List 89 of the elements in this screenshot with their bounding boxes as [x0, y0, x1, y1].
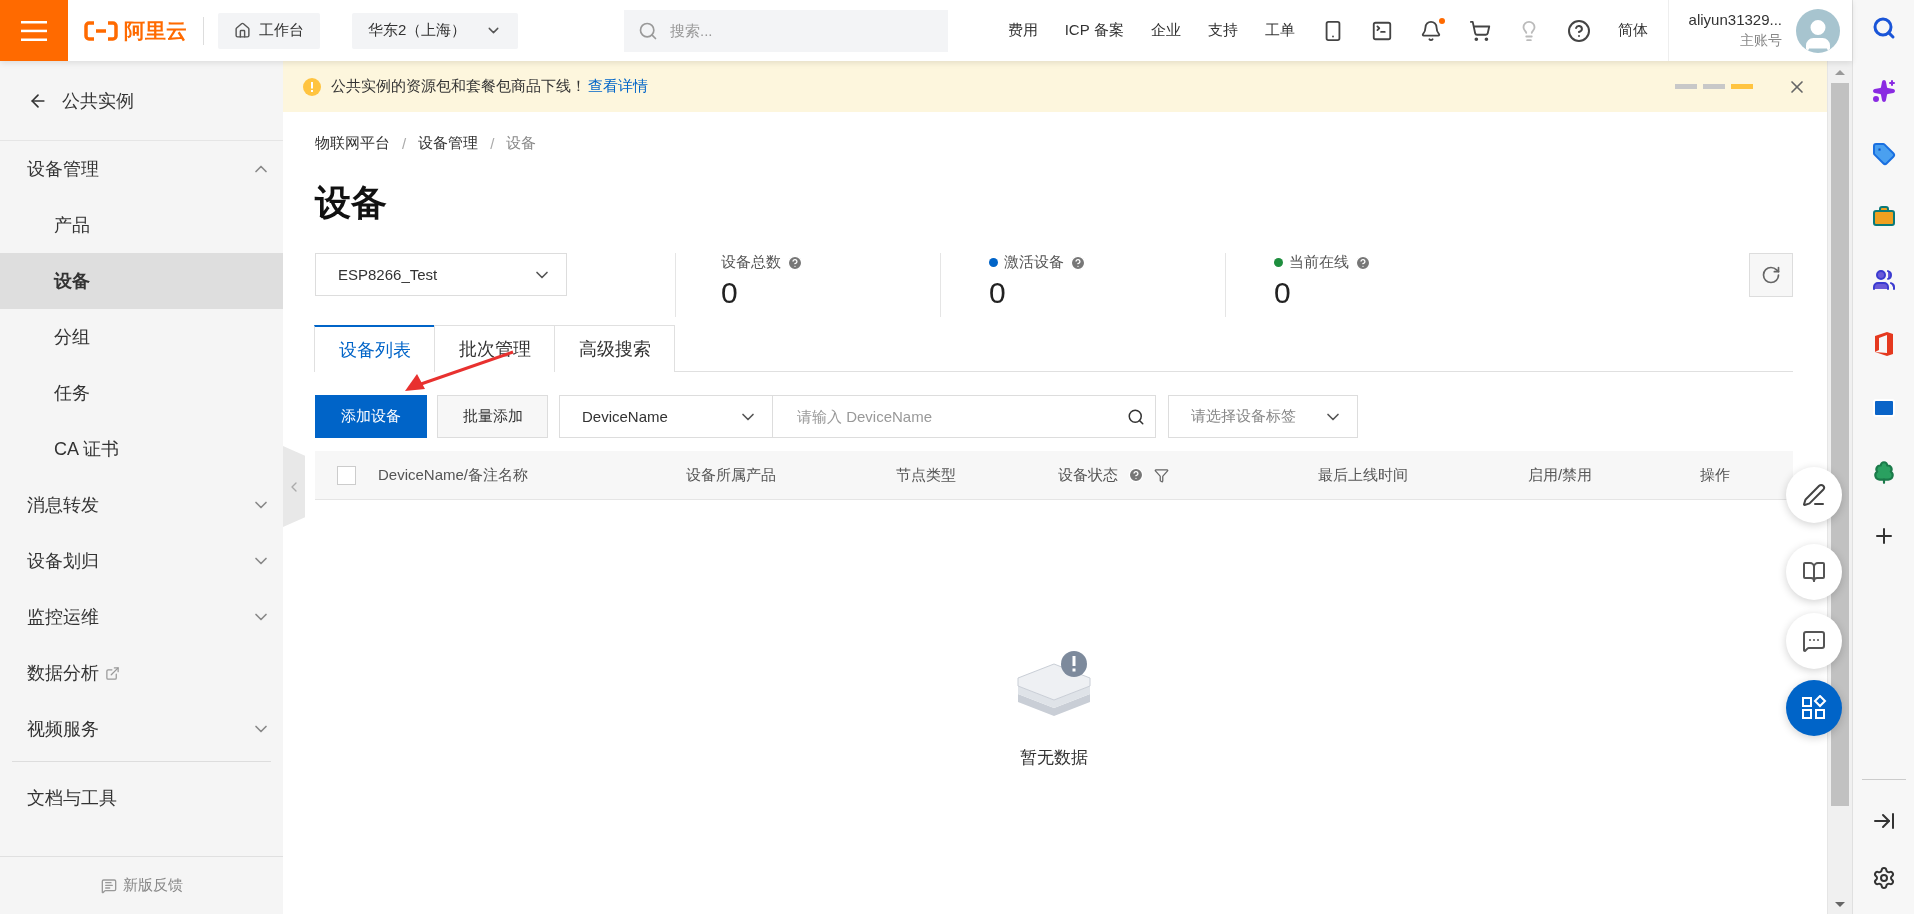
add-device-button[interactable]: 添加设备: [315, 395, 427, 438]
refresh-button[interactable]: [1749, 253, 1793, 297]
briefcase-icon[interactable]: [1871, 205, 1896, 229]
column-header: 设备状态: [1058, 465, 1118, 485]
sidebar-item[interactable]: 消息转发: [0, 477, 283, 533]
book-icon: [1802, 560, 1826, 584]
sparkle-icon[interactable]: [1871, 79, 1896, 103]
sidebar-item[interactable]: 监控运维: [0, 589, 283, 645]
chat-button[interactable]: [1786, 613, 1842, 669]
tag-select[interactable]: 请选择设备标签: [1168, 395, 1358, 438]
search-icon[interactable]: [1871, 16, 1896, 40]
filter-icon[interactable]: [1154, 467, 1169, 483]
message-icon: [100, 877, 117, 894]
menu-button[interactable]: [0, 0, 68, 61]
logo-icon: [84, 20, 118, 41]
tag-icon[interactable]: [1871, 142, 1896, 166]
stat-label: 当前在线: [1289, 253, 1349, 272]
menu-icon: [21, 20, 47, 41]
tab[interactable]: 高级搜索: [554, 325, 675, 372]
breadcrumb-link[interactable]: 设备: [506, 134, 537, 153]
column-header: 最后上线时间: [1318, 465, 1408, 485]
search-box[interactable]: 请输入 DeviceName: [773, 395, 1156, 438]
workbench-button[interactable]: 工作台: [218, 12, 320, 49]
sidebar-item[interactable]: 设备: [0, 253, 283, 309]
search-icon[interactable]: [1127, 407, 1145, 426]
language-link[interactable]: 简体: [1617, 21, 1648, 40]
docs-button[interactable]: [1786, 544, 1842, 600]
breadcrumb-link[interactable]: 设备管理: [418, 134, 479, 153]
product-select[interactable]: ESP8266_Test: [315, 253, 567, 296]
sidebar-item[interactable]: 产品: [0, 197, 283, 253]
scroll-down-icon[interactable]: [1835, 900, 1845, 908]
sidebar-item[interactable]: 文档与工具: [0, 766, 283, 830]
apps-icon: [1801, 695, 1827, 721]
breadcrumb-separator: /: [490, 135, 495, 152]
stat-value: 0: [721, 276, 739, 310]
empty-text: 暂无数据: [1020, 747, 1088, 769]
sidebar-item[interactable]: 设备划归: [0, 533, 283, 589]
nav-link[interactable]: 企业: [1150, 21, 1181, 40]
stat-value: 0: [989, 276, 1007, 310]
notice-text: 公共实例的资源包和套餐包商品下线！: [331, 77, 586, 96]
stat-value: 0: [1274, 276, 1292, 310]
column-header: DeviceName/备注名称: [378, 465, 529, 485]
breadcrumb-link[interactable]: 物联网平台: [315, 134, 390, 153]
batch-add-button[interactable]: 批量添加: [437, 395, 548, 438]
column-header: 启用/禁用: [1528, 465, 1593, 485]
sidebar-item[interactable]: 视频服务: [0, 701, 283, 757]
scrollbar[interactable]: [1827, 61, 1852, 914]
office-icon[interactable]: [1872, 331, 1895, 357]
breadcrumb-separator: /: [402, 135, 407, 152]
nav-link[interactable]: 支持: [1207, 21, 1238, 40]
external-link-icon: [105, 665, 120, 681]
search-box[interactable]: 搜索...: [624, 9, 948, 52]
refresh-icon: [1761, 265, 1781, 285]
sidebar-item[interactable]: 数据分析: [0, 645, 283, 701]
nav-link[interactable]: 工单: [1264, 21, 1295, 40]
field-select[interactable]: DeviceName: [559, 395, 773, 438]
people-icon[interactable]: [1871, 268, 1896, 292]
logo-text: 阿里云: [124, 17, 187, 44]
nav-link[interactable]: 费用: [1007, 21, 1038, 40]
search-input[interactable]: 请输入 DeviceName: [795, 407, 1127, 426]
home-icon: [234, 22, 251, 39]
chat-icon: [1802, 629, 1826, 653]
terminal-icon[interactable]: [1370, 19, 1393, 42]
details-link[interactable]: 查看详情: [588, 77, 648, 96]
search-input[interactable]: 搜索...: [668, 21, 934, 40]
user-role: 主账号: [1740, 32, 1782, 50]
apps-button[interactable]: [1786, 680, 1842, 736]
user-name[interactable]: aliyun31329...: [1688, 11, 1782, 28]
region-select[interactable]: 华东2（上海）: [352, 12, 518, 49]
tab[interactable]: 设备列表: [314, 325, 435, 372]
bell-icon[interactable]: [1419, 19, 1442, 42]
sidebar-item[interactable]: 分组: [0, 309, 283, 365]
stat-label: 激活设备: [1004, 253, 1064, 272]
pen-icon: [1802, 483, 1826, 507]
settings-icon[interactable]: [1871, 866, 1896, 890]
stat-label: 设备总数: [721, 253, 781, 272]
column-header: 节点类型: [896, 465, 956, 485]
warning-icon: [303, 77, 321, 96]
checkbox[interactable]: [337, 465, 356, 485]
column-header: 操作: [1700, 465, 1730, 485]
sidebar-item[interactable]: 设备管理: [0, 141, 283, 197]
help-icon[interactable]: [1566, 18, 1591, 43]
nav-link[interactable]: ICP 备案: [1064, 21, 1124, 40]
cart-icon[interactable]: [1468, 19, 1491, 42]
sidebar-item[interactable]: CA 证书: [0, 421, 283, 477]
search-icon: [638, 20, 658, 41]
sidebar-item[interactable]: 任务: [0, 365, 283, 421]
page-title: 设备: [315, 181, 388, 225]
column-header: 设备所属产品: [686, 465, 776, 485]
